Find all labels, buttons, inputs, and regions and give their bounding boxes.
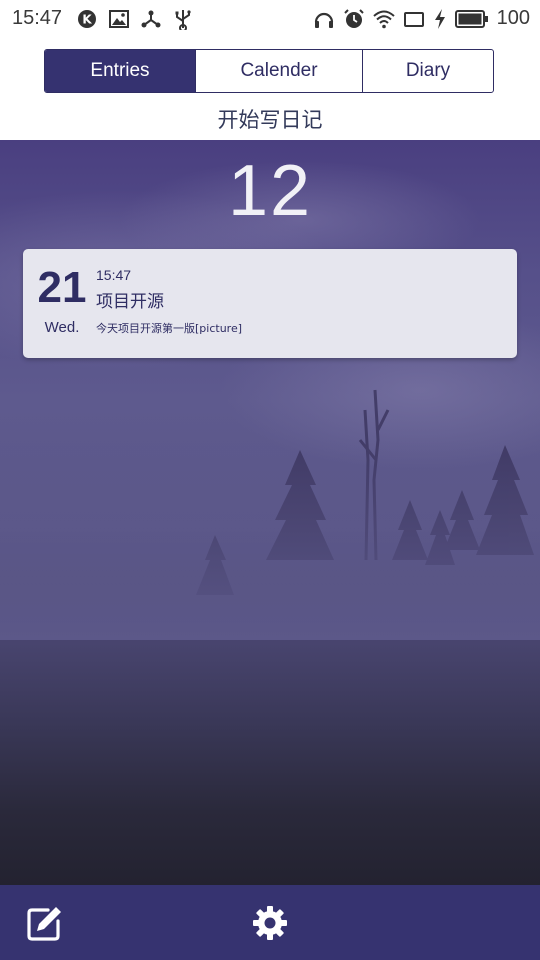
entry-summary: 今天项目开源第一版[picture] [96,322,243,335]
k-app-icon: K [78,10,96,28]
usb-icon [175,10,191,30]
status-right-icons: 100 [313,7,530,30]
page-subtitle: 开始写日记 [217,108,323,132]
entry-title: 项目开源 [96,292,164,312]
tab-bar: Entries Calender Diary [44,49,494,93]
entry-time: 15:47 [96,267,132,283]
image-icon [109,10,129,28]
headset-icon [314,12,333,28]
wifi-icon [372,10,395,28]
tab-calender[interactable]: Calender [195,50,362,92]
battery-icon [454,9,488,28]
screen-icon [403,11,424,27]
entry-day: 21 [37,263,87,312]
share-icon [141,10,161,28]
charging-icon [434,8,445,29]
month-number: 12 [227,151,313,231]
gear-icon[interactable] [251,904,289,942]
tab-entries[interactable]: Entries [45,50,195,92]
svg-text:K: K [82,13,92,27]
status-bar: 15:47 K 100 [0,0,540,38]
alarm-icon [343,8,364,28]
entry-weekday: Wed. [44,319,80,336]
status-time: 15:47 [12,7,63,29]
battery-level: 100 [496,7,530,29]
bottom-toolbar [0,885,540,960]
edit-icon[interactable] [26,904,64,942]
status-left-icons: K [76,8,194,30]
entry-card[interactable]: 21 Wed. 15:47 项目开源 今天项目开源第一版[picture] [23,249,517,358]
tab-diary[interactable]: Diary [362,50,493,92]
